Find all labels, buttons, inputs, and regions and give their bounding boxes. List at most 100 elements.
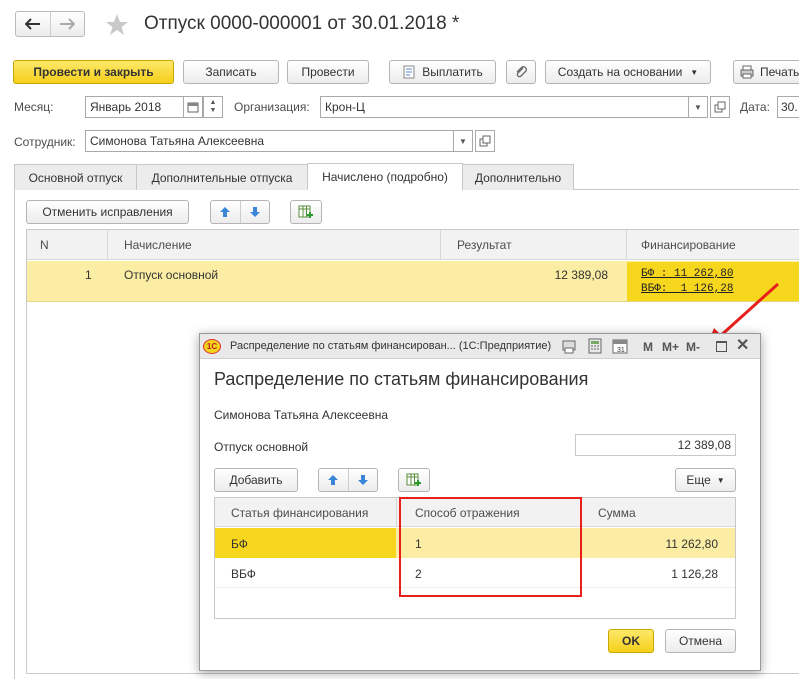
move-up-button[interactable] — [211, 201, 241, 223]
tab-additional[interactable]: Дополнительно — [462, 164, 574, 190]
save-button[interactable]: Записать — [183, 60, 279, 84]
star-icon[interactable] — [105, 13, 129, 37]
post-button[interactable]: Провести — [287, 60, 369, 84]
chevron-down-icon: ▼ — [690, 67, 699, 77]
month-spin-button[interactable]: ▲ ▼ — [203, 96, 223, 118]
calendar-icon — [187, 102, 199, 113]
arrow-down-icon — [249, 207, 260, 217]
dialog-move-buttons — [318, 468, 378, 492]
spin-down-icon: ▼ — [209, 107, 217, 114]
organization-open-button[interactable] — [710, 96, 730, 118]
attach-button[interactable] — [506, 60, 536, 84]
date-field[interactable]: 30. — [777, 96, 799, 118]
row-accrual: Отпуск основной — [124, 268, 219, 282]
cancel-corrections-button[interactable]: Отменить исправления — [26, 200, 189, 224]
app-logo-label: 1С — [206, 342, 218, 351]
print-button[interactable]: Печать — [733, 60, 799, 84]
arrow-right-icon — [60, 18, 76, 30]
col-header-article[interactable]: Статья финансирования — [231, 506, 368, 520]
employee-field[interactable]: Симонова Татьяна Алексеевна — [85, 130, 454, 152]
calendar-icon[interactable]: 31 — [612, 338, 628, 354]
create-based-on-button[interactable]: Создать на основании ▼ — [545, 60, 711, 84]
calendar-button[interactable] — [183, 96, 203, 118]
memory-minus-button[interactable]: M- — [686, 340, 700, 354]
table-settings-button[interactable] — [290, 200, 322, 224]
col-header-n[interactable]: N — [40, 238, 49, 252]
forward-button[interactable] — [51, 12, 85, 36]
col-divider — [440, 230, 441, 260]
maximize-button[interactable] — [716, 341, 727, 352]
tab-additional-vacations[interactable]: Дополнительные отпуска — [136, 164, 308, 190]
employee-label: Сотрудник: — [14, 135, 76, 149]
printer-icon — [740, 65, 754, 79]
month-field[interactable]: Январь 2018 — [85, 96, 184, 118]
row-sum: 1 126,28 — [671, 567, 718, 581]
arrow-left-icon — [24, 18, 40, 30]
dialog-move-down-button[interactable] — [349, 469, 378, 491]
nav-buttons — [15, 11, 85, 37]
memory-plus-button[interactable]: M+ — [662, 340, 679, 354]
dialog-table-settings-button[interactable] — [398, 468, 430, 492]
calculator-icon[interactable] — [588, 338, 602, 354]
employee-dropdown-button[interactable]: ▼ — [453, 130, 473, 152]
create-based-on-label: Создать на основании — [557, 65, 683, 79]
close-icon[interactable]: ✕ — [736, 335, 749, 355]
col-header-result[interactable]: Результат — [457, 238, 512, 252]
row-article: БФ — [231, 537, 248, 551]
annotation-highlight-box — [399, 497, 582, 597]
more-label: Еще — [686, 473, 711, 487]
table-settings-icon — [298, 205, 313, 218]
accrual-amount-field[interactable]: 12 389,08 — [575, 434, 736, 456]
col-divider — [396, 498, 397, 527]
pay-label: Выплатить — [422, 65, 483, 79]
open-window-icon — [479, 135, 491, 147]
back-button[interactable] — [16, 12, 51, 36]
spin-up-icon: ▲ — [209, 99, 217, 106]
chevron-down-icon: ▼ — [694, 102, 702, 112]
organization-field[interactable]: Крон-Ц — [320, 96, 689, 118]
dialog-title: Распределение по статьям финансирован...… — [230, 340, 552, 352]
add-button[interactable]: Добавить — [214, 468, 298, 492]
print-preview-icon[interactable] — [561, 339, 577, 354]
col-divider — [626, 230, 627, 260]
col-header-accrual[interactable]: Начисление — [124, 238, 192, 252]
row-n: 1 — [85, 268, 92, 282]
dialog-heading: Распределение по статьям финансирования — [214, 369, 589, 389]
open-window-icon — [714, 101, 726, 113]
post-and-close-button[interactable]: Провести и закрыть — [13, 60, 174, 84]
dialog-accrual-label: Отпуск основной — [214, 440, 309, 454]
organization-label: Организация: — [234, 100, 310, 114]
document-icon — [403, 65, 415, 79]
window-title: Отпуск 0000-000001 от 30.01.2018 * — [144, 13, 460, 34]
col-header-financing[interactable]: Финансирование — [641, 238, 736, 252]
employee-open-button[interactable] — [475, 130, 495, 152]
dialog-move-up-button[interactable] — [319, 469, 349, 491]
svg-text:31: 31 — [617, 347, 625, 354]
paperclip-icon — [516, 66, 527, 78]
financing-line-bf: БФ : 11 262,80 — [641, 268, 734, 280]
memory-m-button[interactable]: M — [643, 340, 653, 354]
move-down-button[interactable] — [241, 201, 270, 223]
row-result: 12 389,08 — [554, 268, 608, 282]
tab-main-vacation[interactable]: Основной отпуск — [14, 164, 137, 190]
app-logo-icon: 1С — [203, 339, 221, 354]
month-label: Месяц: — [14, 100, 54, 114]
dialog-employee: Симонова Татьяна Алексеевна — [214, 408, 389, 422]
print-label: Печать — [760, 65, 799, 79]
date-label: Дата: — [740, 100, 770, 114]
tab-accrued-detailed[interactable]: Начислено (подробно) — [307, 163, 463, 190]
organization-dropdown-button[interactable]: ▼ — [688, 96, 708, 118]
move-buttons — [210, 200, 270, 224]
more-button[interactable]: Еще ▼ — [675, 468, 736, 492]
ok-button[interactable]: OK — [608, 629, 654, 653]
arrow-up-icon — [328, 475, 339, 485]
chevron-down-icon: ▼ — [459, 136, 467, 146]
col-header-sum[interactable]: Сумма — [598, 506, 636, 520]
chevron-down-icon: ▼ — [716, 475, 725, 485]
arrow-down-icon — [357, 475, 368, 485]
row-sum: 11 262,80 — [665, 537, 719, 551]
cancel-button[interactable]: Отмена — [665, 629, 736, 653]
row-article: ВБФ — [231, 567, 256, 581]
pay-button[interactable]: Выплатить — [389, 60, 496, 84]
table-settings-icon — [406, 473, 421, 486]
